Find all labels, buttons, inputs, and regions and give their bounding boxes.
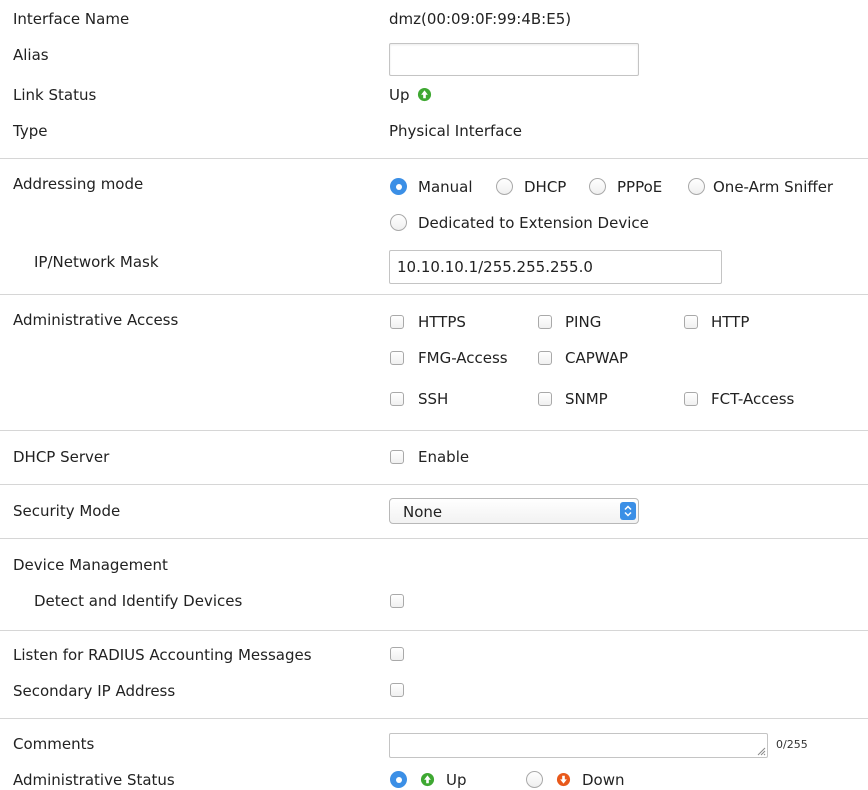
- admin-access-fmg-access-label: FMG-Access: [418, 349, 508, 367]
- admin-access-ssh-label: SSH: [418, 390, 449, 408]
- admin-access-ping-label: PING: [565, 313, 602, 331]
- admin-status-up-radio[interactable]: [390, 771, 407, 788]
- divider: [0, 718, 868, 719]
- admin-access-https-label: HTTPS: [418, 313, 466, 331]
- radius-accounting-label: Listen for RADIUS Accounting Messages: [13, 646, 312, 664]
- status-up-icon: [420, 772, 435, 787]
- addressing-manual-radio[interactable]: [390, 178, 407, 195]
- admin-access-capwap-label: CAPWAP: [565, 349, 629, 367]
- addressing-extension-device-label: Dedicated to Extension Device: [418, 214, 649, 232]
- link-status-label: Link Status: [13, 86, 97, 104]
- addressing-one-arm-sniffer-label: One-Arm Sniffer: [713, 178, 834, 196]
- addressing-extension-device-radio[interactable]: [390, 214, 407, 231]
- device-management-label: Device Management: [13, 556, 168, 574]
- admin-access-http-label: HTTP: [711, 313, 750, 331]
- admin-access-snmp-label: SNMP: [565, 390, 608, 408]
- divider: [0, 430, 868, 431]
- status-down-icon: [556, 772, 571, 787]
- link-status-value: Up: [389, 86, 410, 104]
- divider: [0, 630, 868, 631]
- divider: [0, 538, 868, 539]
- secondary-ip-checkbox[interactable]: [390, 683, 404, 697]
- radius-accounting-checkbox[interactable]: [390, 647, 404, 661]
- addressing-mode-label: Addressing mode: [13, 175, 144, 193]
- admin-access-fct-access-checkbox[interactable]: [684, 392, 698, 406]
- comments-label: Comments: [13, 735, 95, 753]
- detect-devices-label: Detect and Identify Devices: [34, 592, 243, 610]
- divider: [0, 484, 868, 485]
- addressing-dhcp-label: DHCP: [524, 178, 567, 196]
- dhcp-server-label: DHCP Server: [13, 448, 110, 466]
- type-value: Physical Interface: [389, 122, 522, 140]
- security-mode-select[interactable]: None: [389, 498, 639, 524]
- admin-access-fmg-access-checkbox[interactable]: [390, 351, 404, 365]
- admin-access-https-checkbox[interactable]: [390, 315, 404, 329]
- admin-access-capwap-checkbox[interactable]: [538, 351, 552, 365]
- addressing-pppoe-label: PPPoE: [617, 178, 663, 196]
- admin-access-snmp-checkbox[interactable]: [538, 392, 552, 406]
- alias-input[interactable]: [389, 43, 639, 76]
- admin-status-label: Administrative Status: [13, 771, 175, 789]
- security-mode-value: None: [403, 503, 443, 521]
- ip-mask-label: IP/Network Mask: [34, 253, 159, 271]
- secondary-ip-label: Secondary IP Address: [13, 682, 176, 700]
- alias-label: Alias: [13, 46, 49, 64]
- admin-access-fct-access-label: FCT-Access: [711, 390, 795, 408]
- divider: [0, 158, 868, 159]
- select-arrows-icon: [620, 502, 636, 520]
- admin-access-ssh-checkbox[interactable]: [390, 392, 404, 406]
- security-mode-label: Security Mode: [13, 502, 121, 520]
- type-label: Type: [13, 122, 48, 140]
- comments-counter: 0/255: [776, 738, 808, 751]
- ip-mask-input-value: 10.10.10.1/255.255.255.0: [397, 258, 593, 276]
- ip-mask-input[interactable]: 10.10.10.1/255.255.255.0: [389, 250, 722, 284]
- admin-access-http-checkbox[interactable]: [684, 315, 698, 329]
- addressing-pppoe-radio[interactable]: [589, 178, 606, 195]
- admin-access-label: Administrative Access: [13, 311, 179, 329]
- resize-handle-icon[interactable]: [756, 746, 766, 756]
- link-up-icon: [417, 87, 432, 102]
- addressing-dhcp-radio[interactable]: [496, 178, 513, 195]
- comments-textarea[interactable]: [389, 733, 768, 758]
- addressing-manual-label: Manual: [418, 178, 473, 196]
- dhcp-server-enable-label: Enable: [418, 448, 470, 466]
- divider: [0, 294, 868, 295]
- dhcp-server-enable-checkbox[interactable]: [390, 450, 404, 464]
- admin-status-up-label: Up: [446, 771, 467, 789]
- interface-name-value: dmz(00:09:0F:99:4B:E5): [389, 10, 572, 28]
- addressing-one-arm-sniffer-radio[interactable]: [688, 178, 705, 195]
- admin-access-ping-checkbox[interactable]: [538, 315, 552, 329]
- interface-name-label: Interface Name: [13, 10, 130, 28]
- admin-status-down-radio[interactable]: [526, 771, 543, 788]
- detect-devices-checkbox[interactable]: [390, 594, 404, 608]
- admin-status-down-label: Down: [582, 771, 625, 789]
